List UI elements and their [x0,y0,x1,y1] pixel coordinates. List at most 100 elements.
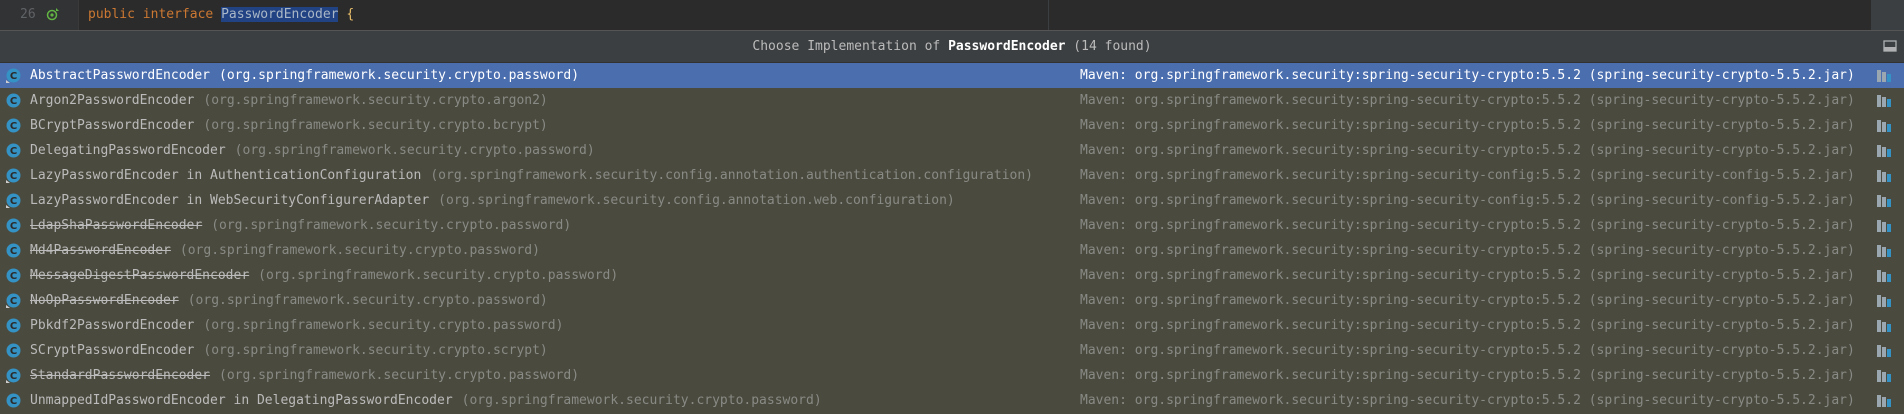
maven-library-label: Maven: org.springframework.security:spri… [1080,118,1855,133]
class-name: NoOpPasswordEncoder (org.springframework.… [30,288,548,313]
class-icon: C [6,268,21,283]
class-name: BCryptPasswordEncoder (org.springframewor… [30,113,548,138]
title-interface-name: PasswordEncoder [948,39,1066,54]
implementation-row[interactable]: C Md4PasswordEncoder (org.springframework.… [0,238,1904,263]
implementation-row[interactable]: C SCryptPasswordEncoder (org.springframewo… [0,338,1904,363]
svg-text:C: C [10,396,17,407]
svg-text:C: C [10,296,17,307]
svg-text:C: C [10,321,17,332]
library-icon [1877,320,1891,332]
svg-text:C: C [10,221,17,232]
implementation-row[interactable]: C Pbkdf2PasswordEncoder (org.springframewo… [0,313,1904,338]
class-name: UnmappedIdPasswordEncoder in DelegatingP… [30,388,822,413]
editor-gutter: 26 [0,0,79,30]
maven-library-label: Maven: org.springframework.security:spri… [1080,343,1855,358]
popup-title: Choose Implementation of PasswordEncoder… [0,39,1904,54]
choose-implementation-popup: Choose Implementation of PasswordEncoder… [0,30,1904,414]
class-name-text: BCryptPasswordEncoder [30,118,195,133]
class-icon: C [6,168,21,183]
implementation-gutter-icon[interactable] [46,7,60,21]
class-name: AbstractPasswordEncoder (org.springframew… [30,63,579,88]
implementation-row[interactable]: C UnmappedIdPasswordEncoder in Delegating… [0,388,1904,413]
class-name: Argon2PasswordEncoder (org.springframewor… [30,88,548,113]
class-icon: C [6,293,21,308]
implementation-row[interactable]: C MessageDigestPasswordEncoder (org.spring… [0,263,1904,288]
library-icon [1877,145,1891,157]
package-name: (org.springframework.security.crypto.pas… [179,243,540,258]
class-icon: C [6,393,21,408]
svg-text:C: C [10,371,17,382]
class-name-text: UnmappedIdPasswordEncoder in DelegatingP… [30,393,453,408]
class-icon: C [6,93,21,108]
class-name-text: Md4PasswordEncoder [30,243,171,258]
class-name: Md4PasswordEncoder (org.springframework.s… [30,238,540,263]
svg-text:C: C [10,121,17,132]
class-icon: C [6,143,21,158]
package-name: (org.springframework.security.crypto.pas… [461,393,822,408]
maven-library-label: Maven: org.springframework.security:spri… [1080,268,1855,283]
svg-text:C: C [10,346,17,357]
svg-text:C: C [10,96,17,107]
class-name-text: SCryptPasswordEncoder [30,343,195,358]
package-name: (org.springframework.security.crypto.bcr… [203,118,548,133]
maven-library-label: Maven: org.springframework.security:spri… [1080,318,1855,333]
implementation-row[interactable]: C StandardPasswordEncoder (org.springframe… [0,363,1904,388]
title-count: (14 found) [1065,39,1152,54]
class-icon: C [6,118,21,133]
class-name-text: DelegatingPasswordEncoder [30,143,226,158]
editor-area: 26 public interface PasswordEncoder { [0,0,1904,30]
class-name: LdapShaPasswordEncoder (org.springframewo… [30,213,571,238]
package-name: (org.springframework.security.crypto.pas… [211,218,572,233]
maven-library-label: Maven: org.springframework.security:spri… [1080,393,1855,408]
class-name-text: Pbkdf2PasswordEncoder [30,318,195,333]
class-icon: C [6,243,21,258]
implementation-list[interactable]: C AbstractPasswordEncoder (org.springframe… [0,63,1904,413]
implementation-row[interactable]: C DelegatingPasswordEncoder (org.springfra… [0,138,1904,163]
library-icon [1877,370,1891,382]
maven-library-label: Maven: org.springframework.security:spri… [1080,293,1855,308]
package-name: (org.springframework.security.crypto.pas… [234,143,595,158]
maven-library-label: Maven: org.springframework.security:spri… [1080,168,1855,183]
pin-icon[interactable] [1882,38,1898,54]
class-name: LazyPasswordEncoder in WebSecurityConfig… [30,188,955,213]
svg-text:C: C [10,246,17,257]
popup-header: Choose Implementation of PasswordEncoder… [0,31,1904,63]
code-line[interactable]: public interface PasswordEncoder { [88,7,354,22]
class-name: StandardPasswordEncoder (org.springframew… [30,363,579,388]
library-icon [1877,195,1891,207]
implementation-row[interactable]: C AbstractPasswordEncoder (org.springframe… [0,63,1904,88]
implementation-row[interactable]: C Argon2PasswordEncoder (org.springframewo… [0,88,1904,113]
title-prefix: Choose Implementation of [752,39,949,54]
library-icon [1877,120,1891,132]
class-name: MessageDigestPasswordEncoder (org.springf… [30,263,618,288]
library-icon [1877,95,1891,107]
implementation-row[interactable]: C LazyPasswordEncoder in WebSecurityConfi… [0,188,1904,213]
maven-library-label: Maven: org.springframework.security:spri… [1080,93,1855,108]
package-name: (org.springframework.security.config.ann… [430,168,1033,183]
maven-library-label: Maven: org.springframework.security:spri… [1080,368,1855,383]
class-name-text: Argon2PasswordEncoder [30,93,195,108]
class-name-text: MessageDigestPasswordEncoder [30,268,250,283]
implementation-row[interactable]: C BCryptPasswordEncoder (org.springframewo… [0,113,1904,138]
class-name: Pbkdf2PasswordEncoder (org.springframewor… [30,313,563,338]
class-name-text: NoOpPasswordEncoder [30,293,179,308]
svg-text:C: C [10,146,17,157]
class-icon: C [6,68,21,83]
implementation-row[interactable]: C NoOpPasswordEncoder (org.springframework… [0,288,1904,313]
class-icon: C [6,193,21,208]
class-icon: C [6,368,21,383]
class-icon: C [6,343,21,358]
implementation-row[interactable]: C LazyPasswordEncoder in AuthenticationCo… [0,163,1904,188]
maven-library-label: Maven: org.springframework.security:spri… [1080,193,1855,208]
maven-library-label: Maven: org.springframework.security:spri… [1080,218,1855,233]
package-name: (org.springframework.security.crypto.pas… [219,68,580,83]
class-icon: C [6,218,21,233]
line-number: 26 [20,7,36,22]
class-name-text: LazyPasswordEncoder in AuthenticationCon… [30,168,422,183]
library-icon [1877,295,1891,307]
library-icon [1877,245,1891,257]
library-icon [1877,70,1891,82]
library-icon [1877,220,1891,232]
implementation-row[interactable]: C LdapShaPasswordEncoder (org.springframew… [0,213,1904,238]
class-name: DelegatingPasswordEncoder (org.springfram… [30,138,595,163]
